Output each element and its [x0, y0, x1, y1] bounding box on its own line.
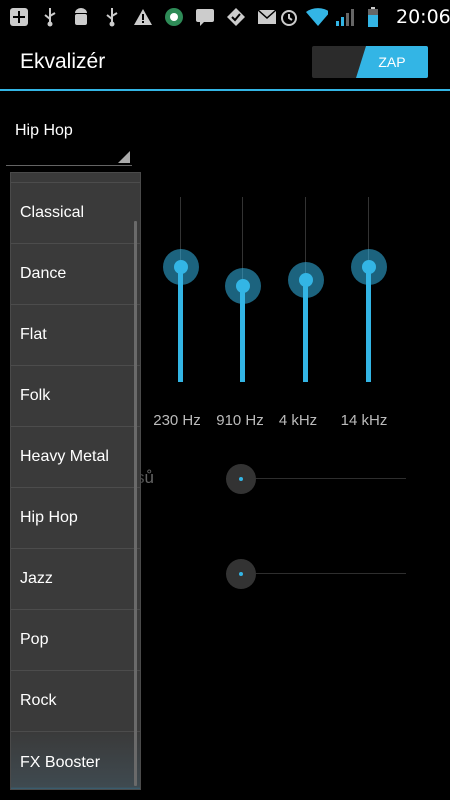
- add-icon: [8, 6, 30, 28]
- preset-option[interactable]: Classical: [11, 183, 140, 244]
- preset-option[interactable]: Dance: [11, 244, 140, 305]
- toggle-on-label: ZAP: [356, 46, 428, 78]
- eq-band-label: 230 Hz: [153, 412, 201, 429]
- preset-spinner[interactable]: Hip Hop: [6, 110, 132, 166]
- equalizer-toggle[interactable]: ZAP: [312, 46, 428, 78]
- preset-option[interactable]: Hip Hop: [11, 488, 140, 549]
- preset-spinner-value: Hip Hop: [15, 122, 73, 139]
- preset-dropdown: Classical Dance Flat Folk Heavy Metal Hip Hop…: [10, 172, 141, 790]
- effect-slider-1[interactable]: [226, 464, 406, 494]
- equalizer-screen: 20:06 Ekvalizér ZAP Hip Hop 230 Hz 910 Hz…: [0, 0, 450, 800]
- eq-band-slider[interactable]: [223, 197, 263, 387]
- preset-option[interactable]: Folk: [11, 366, 140, 427]
- status-clock: 20:06: [396, 5, 450, 28]
- slider-thumb[interactable]: [226, 559, 256, 589]
- check-badge-icon: [225, 6, 247, 28]
- status-bar: 20:06: [0, 0, 450, 33]
- signal-icon: [334, 6, 356, 28]
- preset-option[interactable]: Pop: [11, 610, 140, 671]
- warning-icon: [132, 6, 154, 28]
- spinner-dropdown-icon: [118, 151, 130, 163]
- eq-band-knob[interactable]: [236, 278, 250, 293]
- eq-band-slider[interactable]: [349, 197, 389, 387]
- action-bar: Ekvalizér ZAP: [0, 33, 450, 90]
- slider-thumb[interactable]: [226, 464, 256, 494]
- android-debug-icon: [70, 6, 92, 28]
- battery-icon: [362, 6, 384, 28]
- eq-band-slider[interactable]: [161, 197, 201, 387]
- usb-icon: [39, 6, 61, 28]
- sync-app-icon: [163, 6, 185, 28]
- preset-option[interactable]: Rock: [11, 671, 140, 732]
- page-title: Ekvalizér: [20, 49, 106, 73]
- wifi-icon: [306, 6, 328, 28]
- preset-option[interactable]: Heavy Metal: [11, 427, 140, 488]
- dropdown-scrollbar[interactable]: [134, 221, 137, 786]
- usb-icon: [101, 6, 123, 28]
- eq-band-label: 4 kHz: [278, 412, 318, 429]
- preset-option[interactable]: Flat: [11, 305, 140, 366]
- email-icon: [256, 6, 278, 28]
- chat-icon: [194, 6, 216, 28]
- eq-band-slider[interactable]: [286, 197, 326, 387]
- alarm-icon: [278, 6, 300, 28]
- preset-option[interactable]: FX Booster: [11, 732, 140, 789]
- preset-option[interactable]: Jazz: [11, 549, 140, 610]
- effect-slider-2[interactable]: [226, 559, 406, 589]
- action-bar-divider: [0, 89, 450, 91]
- eq-band-label: 14 kHz: [340, 412, 388, 429]
